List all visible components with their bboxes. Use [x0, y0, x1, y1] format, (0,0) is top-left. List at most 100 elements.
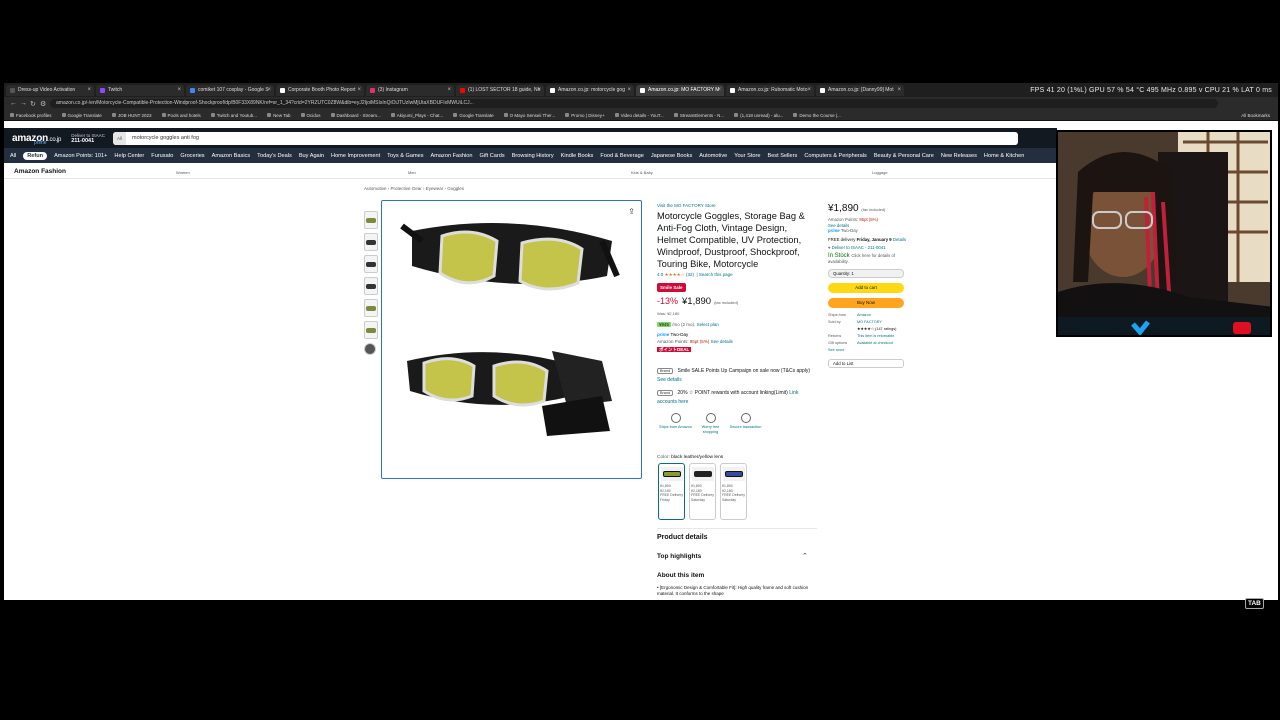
forward-icon[interactable]: → [20, 100, 30, 107]
ships-from-amazon-badge[interactable]: Ships from Amazon [659, 413, 692, 435]
delivery-details-link[interactable]: Details [893, 237, 906, 242]
nav-item[interactable]: Groceries [180, 153, 204, 159]
deliver-to-link[interactable]: Deliver to ISAAC - 211-0041 [832, 245, 886, 250]
nav-item[interactable]: Computers & Peripherals [804, 153, 867, 159]
search-this-page[interactable]: Search this page [699, 272, 733, 277]
close-tab-icon[interactable]: × [717, 87, 721, 93]
bookmark-item[interactable]: Twitch and Youtub... [210, 113, 257, 118]
browser-tab[interactable]: Amazon.co.jp: [Danny99] Mot × [816, 84, 904, 96]
bookmark-item[interactable]: JOB HUNT 2023 [111, 113, 152, 118]
nav-item[interactable]: Help Center [114, 153, 144, 159]
reload-icon[interactable]: ↻ [30, 100, 40, 108]
review-count[interactable]: (32) [686, 272, 694, 277]
back-icon[interactable]: ← [10, 100, 20, 107]
thumbnail[interactable] [364, 255, 378, 273]
browser-tab[interactable]: Amazon.co.jp: motorcycle gog × [546, 84, 634, 96]
site-info-icon[interactable]: ⚙ [40, 100, 50, 108]
bookmark-item[interactable]: Facebook profiles [10, 113, 52, 118]
bookmark-item[interactable]: Google Translate [453, 113, 494, 118]
nav-item[interactable]: Browsing History [512, 153, 554, 159]
see-more-toggle[interactable]: See more [828, 348, 872, 353]
search-input[interactable]: motorcycle goggles anti fog [126, 135, 199, 141]
breadcrumb[interactable]: Automotive › Protective Gear › Eyewear ›… [364, 186, 464, 191]
secure-transaction-badge[interactable]: Secure transaction [729, 413, 762, 435]
thumbnail[interactable] [364, 211, 378, 229]
bookmark-item[interactable]: Video details - YouT... [614, 113, 664, 118]
browser-tab[interactable]: Amazon.co.jp: MO FACTORY M × [636, 84, 724, 96]
sold-by-link[interactable]: MO FACTORY [857, 320, 901, 325]
swatch-yellow[interactable]: ¥1,890 ¥2,180 FREE Delivery Friday [658, 463, 685, 520]
nav-item[interactable]: Your Store [734, 153, 760, 159]
browser-tab[interactable]: (3) Instagram × [366, 84, 454, 96]
bookmark-item[interactable]: Promo | Disney+ [565, 113, 605, 118]
browser-tab[interactable]: (1) LOST SECTOR 18 guide, Nir × [456, 84, 544, 96]
close-tab-icon[interactable]: × [807, 87, 811, 93]
all-menu-button[interactable]: All [10, 153, 16, 159]
nav-item[interactable]: Beauty & Personal Care [874, 153, 934, 159]
thumbnail[interactable] [364, 277, 378, 295]
seller-rating[interactable]: ★★★★☆ (147 ratings) [857, 327, 901, 332]
close-tab-icon[interactable]: × [627, 87, 631, 93]
nav-item[interactable]: Home Improvement [331, 153, 380, 159]
buy-now-button[interactable]: Buy Now [828, 297, 904, 308]
nav-item[interactable]: Today's Deals [257, 153, 292, 159]
close-tab-icon[interactable]: × [357, 87, 361, 93]
nav-item[interactable]: Home & Kitchen [984, 153, 1024, 159]
bookmark-item[interactable]: Dashboard - Stream... [330, 113, 381, 118]
close-tab-icon[interactable]: × [897, 87, 901, 93]
browser-tab[interactable]: comiket 107 cosplay - Google S × [186, 84, 274, 96]
bookmark-item[interactable]: O Mayo Senseii Ther... [503, 113, 555, 118]
subnav-kids[interactable]: Kids & Baby [631, 170, 653, 175]
browser-tab[interactable]: Twitch × [96, 84, 184, 96]
promo-link[interactable]: See details [657, 377, 682, 383]
worry-free-badge[interactable]: Worry free shopping [694, 413, 727, 435]
bookmark-item[interactable]: Akiyumi_Plays - Chat... [390, 113, 443, 118]
nav-item[interactable]: Automotive [699, 153, 727, 159]
subnav-men[interactable]: Men [408, 170, 416, 175]
add-to-cart-button[interactable]: Add to cart [828, 282, 904, 293]
search-category-select[interactable]: All [112, 131, 126, 145]
nav-item[interactable]: Buy Again [299, 153, 324, 159]
nav-item[interactable]: Refun [23, 151, 48, 160]
top-highlights-toggle[interactable]: Top highlights [657, 553, 701, 560]
bookmark-item[interactable]: Pools and hotels [161, 113, 201, 118]
deliver-to[interactable]: Deliver to ISAAC 211-0041 [71, 133, 105, 144]
video-thumbnail-icon[interactable] [364, 343, 376, 355]
chevron-up-icon[interactable]: ⌃ [802, 552, 808, 560]
buybox-see-details[interactable]: See details [828, 223, 849, 228]
nav-item[interactable]: Furusato [151, 153, 173, 159]
share-icon[interactable]: ⇪ [628, 207, 635, 216]
bookmark-item[interactable]: Ocidos [300, 113, 321, 118]
nav-item[interactable]: Amazon Points: 101+ [54, 153, 107, 159]
nav-item[interactable]: Best Sellers [767, 153, 797, 159]
nav-item[interactable]: Japanese Books [651, 153, 692, 159]
bookmark-item[interactable]: Demo the Course |... [793, 113, 841, 118]
nav-item[interactable]: Amazon Fashion [431, 153, 473, 159]
browser-tab[interactable]: Corporate Booth Photo Report × [276, 84, 364, 96]
bookmark-item[interactable]: StreamElements - N... [673, 113, 724, 118]
close-tab-icon[interactable]: × [267, 87, 271, 93]
bookmark-item[interactable]: New Tab [267, 113, 291, 118]
main-product-image[interactable]: ⇪ [381, 200, 642, 479]
select-plan-link[interactable]: Select plan [697, 322, 719, 327]
thumbnail[interactable] [364, 233, 378, 251]
rating-row[interactable]: 4.0 ★★★★☆ (32) | Search this page [657, 272, 817, 278]
quantity-select[interactable]: Quantity: 1 [828, 268, 904, 278]
close-tab-icon[interactable]: × [447, 87, 451, 93]
nav-item[interactable]: Kindle Books [561, 153, 594, 159]
bookmark-item[interactable]: (1,418 unread) - alu... [734, 113, 783, 118]
nav-item[interactable]: Toys & Games [387, 153, 423, 159]
swatch-clear[interactable]: ¥1,890 ¥2,180 FREE Delivery Saturday [689, 463, 716, 520]
subnav-women[interactable]: Women [176, 170, 190, 175]
points-details-link[interactable]: See details [711, 339, 733, 344]
all-bookmarks[interactable]: All Bookmarks [1241, 113, 1270, 118]
nav-item[interactable]: Gift Cards [480, 153, 505, 159]
amazon-fashion-link[interactable]: Amazon Fashion [14, 168, 66, 175]
close-tab-icon[interactable]: × [537, 87, 541, 93]
thumbnail[interactable] [364, 299, 378, 317]
url-field[interactable]: amazon.co.jp/-/en/Motorcycle-Compatible-… [50, 99, 1218, 108]
bookmark-item[interactable]: Google Translate [61, 113, 102, 118]
browser-tab[interactable]: Dress-up Video Activation × [6, 84, 94, 96]
swatch-blue[interactable]: ¥1,890 ¥2,180 FREE Delivery Saturday [720, 463, 747, 520]
returns-link[interactable]: This item is returnable [857, 334, 901, 339]
